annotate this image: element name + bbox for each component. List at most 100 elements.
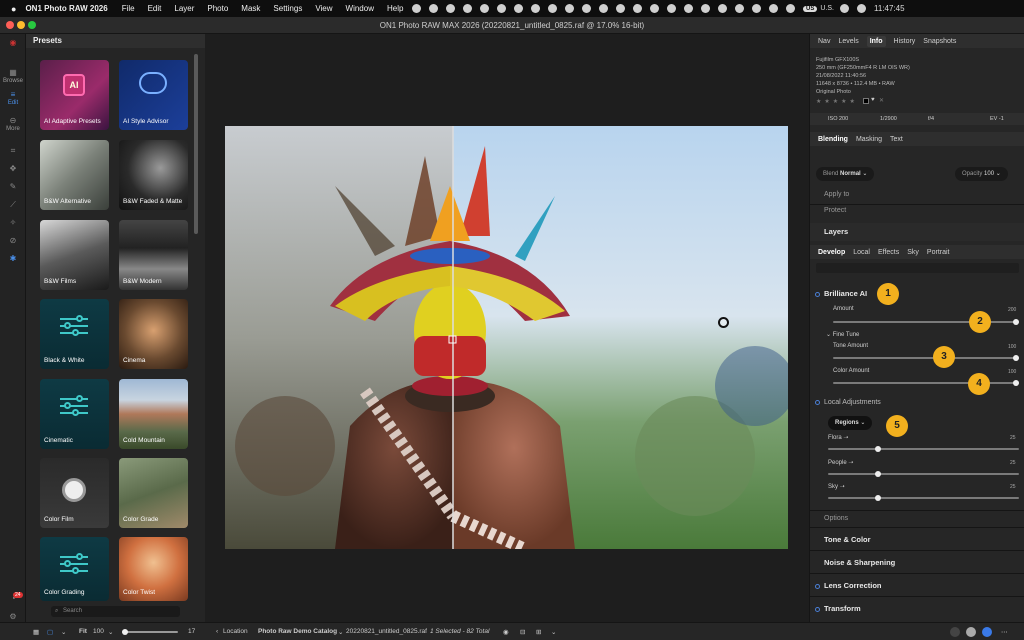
amount-slider[interactable]	[833, 319, 1019, 325]
star-rating[interactable]: ★★★★★	[816, 98, 858, 105]
local-adjustments-header[interactable]: Local Adjustments	[815, 399, 881, 406]
status-icon[interactable]	[752, 4, 761, 13]
status-icon[interactable]	[429, 4, 438, 13]
tab-info[interactable]: Info	[866, 35, 886, 47]
tab-masking[interactable]: Masking	[856, 136, 882, 143]
lens-correction-header[interactable]: Lens Correction	[815, 581, 1024, 590]
reject-icon[interactable]: ✕	[879, 97, 884, 104]
regions-dropdown[interactable]: Regions ⌄	[828, 416, 873, 430]
options-label[interactable]: Options	[824, 515, 848, 522]
menu-file[interactable]: File	[122, 4, 135, 13]
edit-module[interactable]: ≡ Edit	[0, 90, 26, 106]
status-icon[interactable]	[412, 4, 421, 13]
brush-tool[interactable]: ✎	[0, 182, 26, 192]
status-icon[interactable]	[497, 4, 506, 13]
tab-history[interactable]: History	[894, 38, 916, 45]
preset-tile[interactable]: B&W Films	[40, 220, 109, 290]
more-icon[interactable]: ⋯	[1001, 628, 1008, 636]
preset-tile[interactable]: B&W Modern	[119, 220, 188, 290]
preset-tile[interactable]: Color Film	[40, 458, 109, 528]
status-icon[interactable]	[599, 4, 608, 13]
status-icon[interactable]	[514, 4, 523, 13]
zoom-value[interactable]: 100	[93, 628, 104, 635]
status-icon[interactable]	[718, 4, 727, 13]
blend-mode-select[interactable]: Blend Normal ⌄	[816, 167, 875, 181]
menu-view[interactable]: View	[315, 4, 332, 13]
preset-tile[interactable]: B&W Faded & Matte	[119, 140, 188, 210]
fine-tune-toggle[interactable]: ⌄ Fine Tune	[826, 331, 859, 338]
slider-knob[interactable]	[1013, 355, 1019, 361]
apply-to-label[interactable]: Apply to	[824, 191, 849, 198]
flora-slider[interactable]	[828, 446, 1019, 452]
preset-tile[interactable]: Cinema	[119, 299, 188, 369]
color-amount-slider[interactable]	[833, 380, 1019, 386]
layers-header[interactable]: Layers	[810, 223, 1024, 241]
status-icon[interactable]	[667, 4, 676, 13]
color-label-black[interactable]	[863, 98, 869, 104]
enable-toggle[interactable]	[815, 606, 820, 612]
status-icon[interactable]	[446, 4, 455, 13]
preset-tile[interactable]: B&W Alternative	[40, 140, 109, 210]
status-icon[interactable]	[735, 4, 744, 13]
status-icon[interactable]	[684, 4, 693, 13]
preset-tile[interactable]: Color Grading	[40, 537, 109, 601]
slider-knob[interactable]	[122, 629, 128, 635]
split-icon[interactable]: ⊞	[536, 628, 541, 636]
protect-label[interactable]: Protect	[824, 207, 846, 214]
presets-search-input[interactable]: ⌕ Search	[51, 606, 180, 617]
image-canvas[interactable]	[205, 34, 809, 622]
status-icon[interactable]	[531, 4, 540, 13]
tab-nav[interactable]: Nav	[818, 38, 830, 45]
grid-view-icon[interactable]: ▦	[33, 628, 39, 636]
profile-icon[interactable]	[982, 627, 992, 637]
clock[interactable]: 11:47:45	[874, 4, 905, 13]
people-slider[interactable]	[828, 471, 1019, 477]
preset-tile[interactable]: Black & White	[40, 299, 109, 369]
slider-knob[interactable]	[875, 495, 881, 501]
transform-header[interactable]: Transform	[815, 604, 1024, 613]
status-icon[interactable]	[650, 4, 659, 13]
preset-tile[interactable]: Cinematic	[40, 379, 109, 449]
chevron-down-icon[interactable]: ⌄	[338, 628, 343, 636]
brilliance-header[interactable]: Brilliance AI	[815, 289, 1024, 298]
more-module[interactable]: ⊖ More	[0, 116, 26, 132]
app-menu[interactable]: ON1 Photo RAW 2026	[25, 4, 107, 13]
compare-view-icon[interactable]: ⌄	[61, 628, 66, 636]
tab-snapshots[interactable]: Snapshots	[923, 38, 956, 45]
preset-tile[interactable]: AI Style Advisor	[119, 60, 188, 130]
tone-color-header[interactable]: Tone & Color	[810, 535, 1024, 544]
status-icon[interactable]	[616, 4, 625, 13]
noise-sharpening-header[interactable]: Noise & Sharpening	[810, 558, 1024, 567]
bug-tool[interactable]: ✱	[0, 254, 26, 264]
slider-knob[interactable]	[1013, 319, 1019, 325]
location-label[interactable]: Location	[223, 628, 248, 635]
mask-icon[interactable]	[950, 627, 960, 637]
chevron-down-icon[interactable]: ⌄	[108, 628, 113, 636]
wifi-icon[interactable]	[769, 4, 778, 13]
preset-tile[interactable]: AI AI Adaptive Presets	[40, 60, 109, 130]
photo-preview[interactable]	[225, 126, 788, 549]
catalog-name[interactable]: Photo Raw Demo Catalog	[258, 628, 337, 635]
thumb-size-slider[interactable]	[122, 629, 178, 635]
sky-slider[interactable]	[828, 495, 1019, 501]
menu-layer[interactable]: Layer	[174, 4, 194, 13]
help-button[interactable]: ⚙	[0, 612, 26, 622]
notifications-button[interactable]: ◔ 24	[0, 592, 26, 604]
menu-settings[interactable]: Settings	[273, 4, 302, 13]
add-icon[interactable]	[966, 627, 976, 637]
tab-text[interactable]: Text	[890, 136, 903, 143]
enable-toggle[interactable]	[815, 399, 820, 405]
enable-toggle[interactable]	[815, 583, 820, 589]
minimize-window-button[interactable]	[17, 21, 25, 29]
compare-icon[interactable]: ⊟	[520, 628, 525, 636]
preset-tile[interactable]: Color Twist	[119, 537, 188, 601]
tab-effects[interactable]: Effects	[878, 249, 899, 256]
slider-knob[interactable]	[875, 446, 881, 452]
status-icon[interactable]	[633, 4, 642, 13]
tab-portrait[interactable]: Portrait	[927, 249, 950, 256]
tab-blending[interactable]: Blending	[818, 136, 848, 143]
slider-knob[interactable]	[1013, 380, 1019, 386]
slider-knob[interactable]	[875, 471, 881, 477]
menu-photo[interactable]: Photo	[207, 4, 228, 13]
zoom-fit-button[interactable]: Fit	[79, 628, 87, 635]
